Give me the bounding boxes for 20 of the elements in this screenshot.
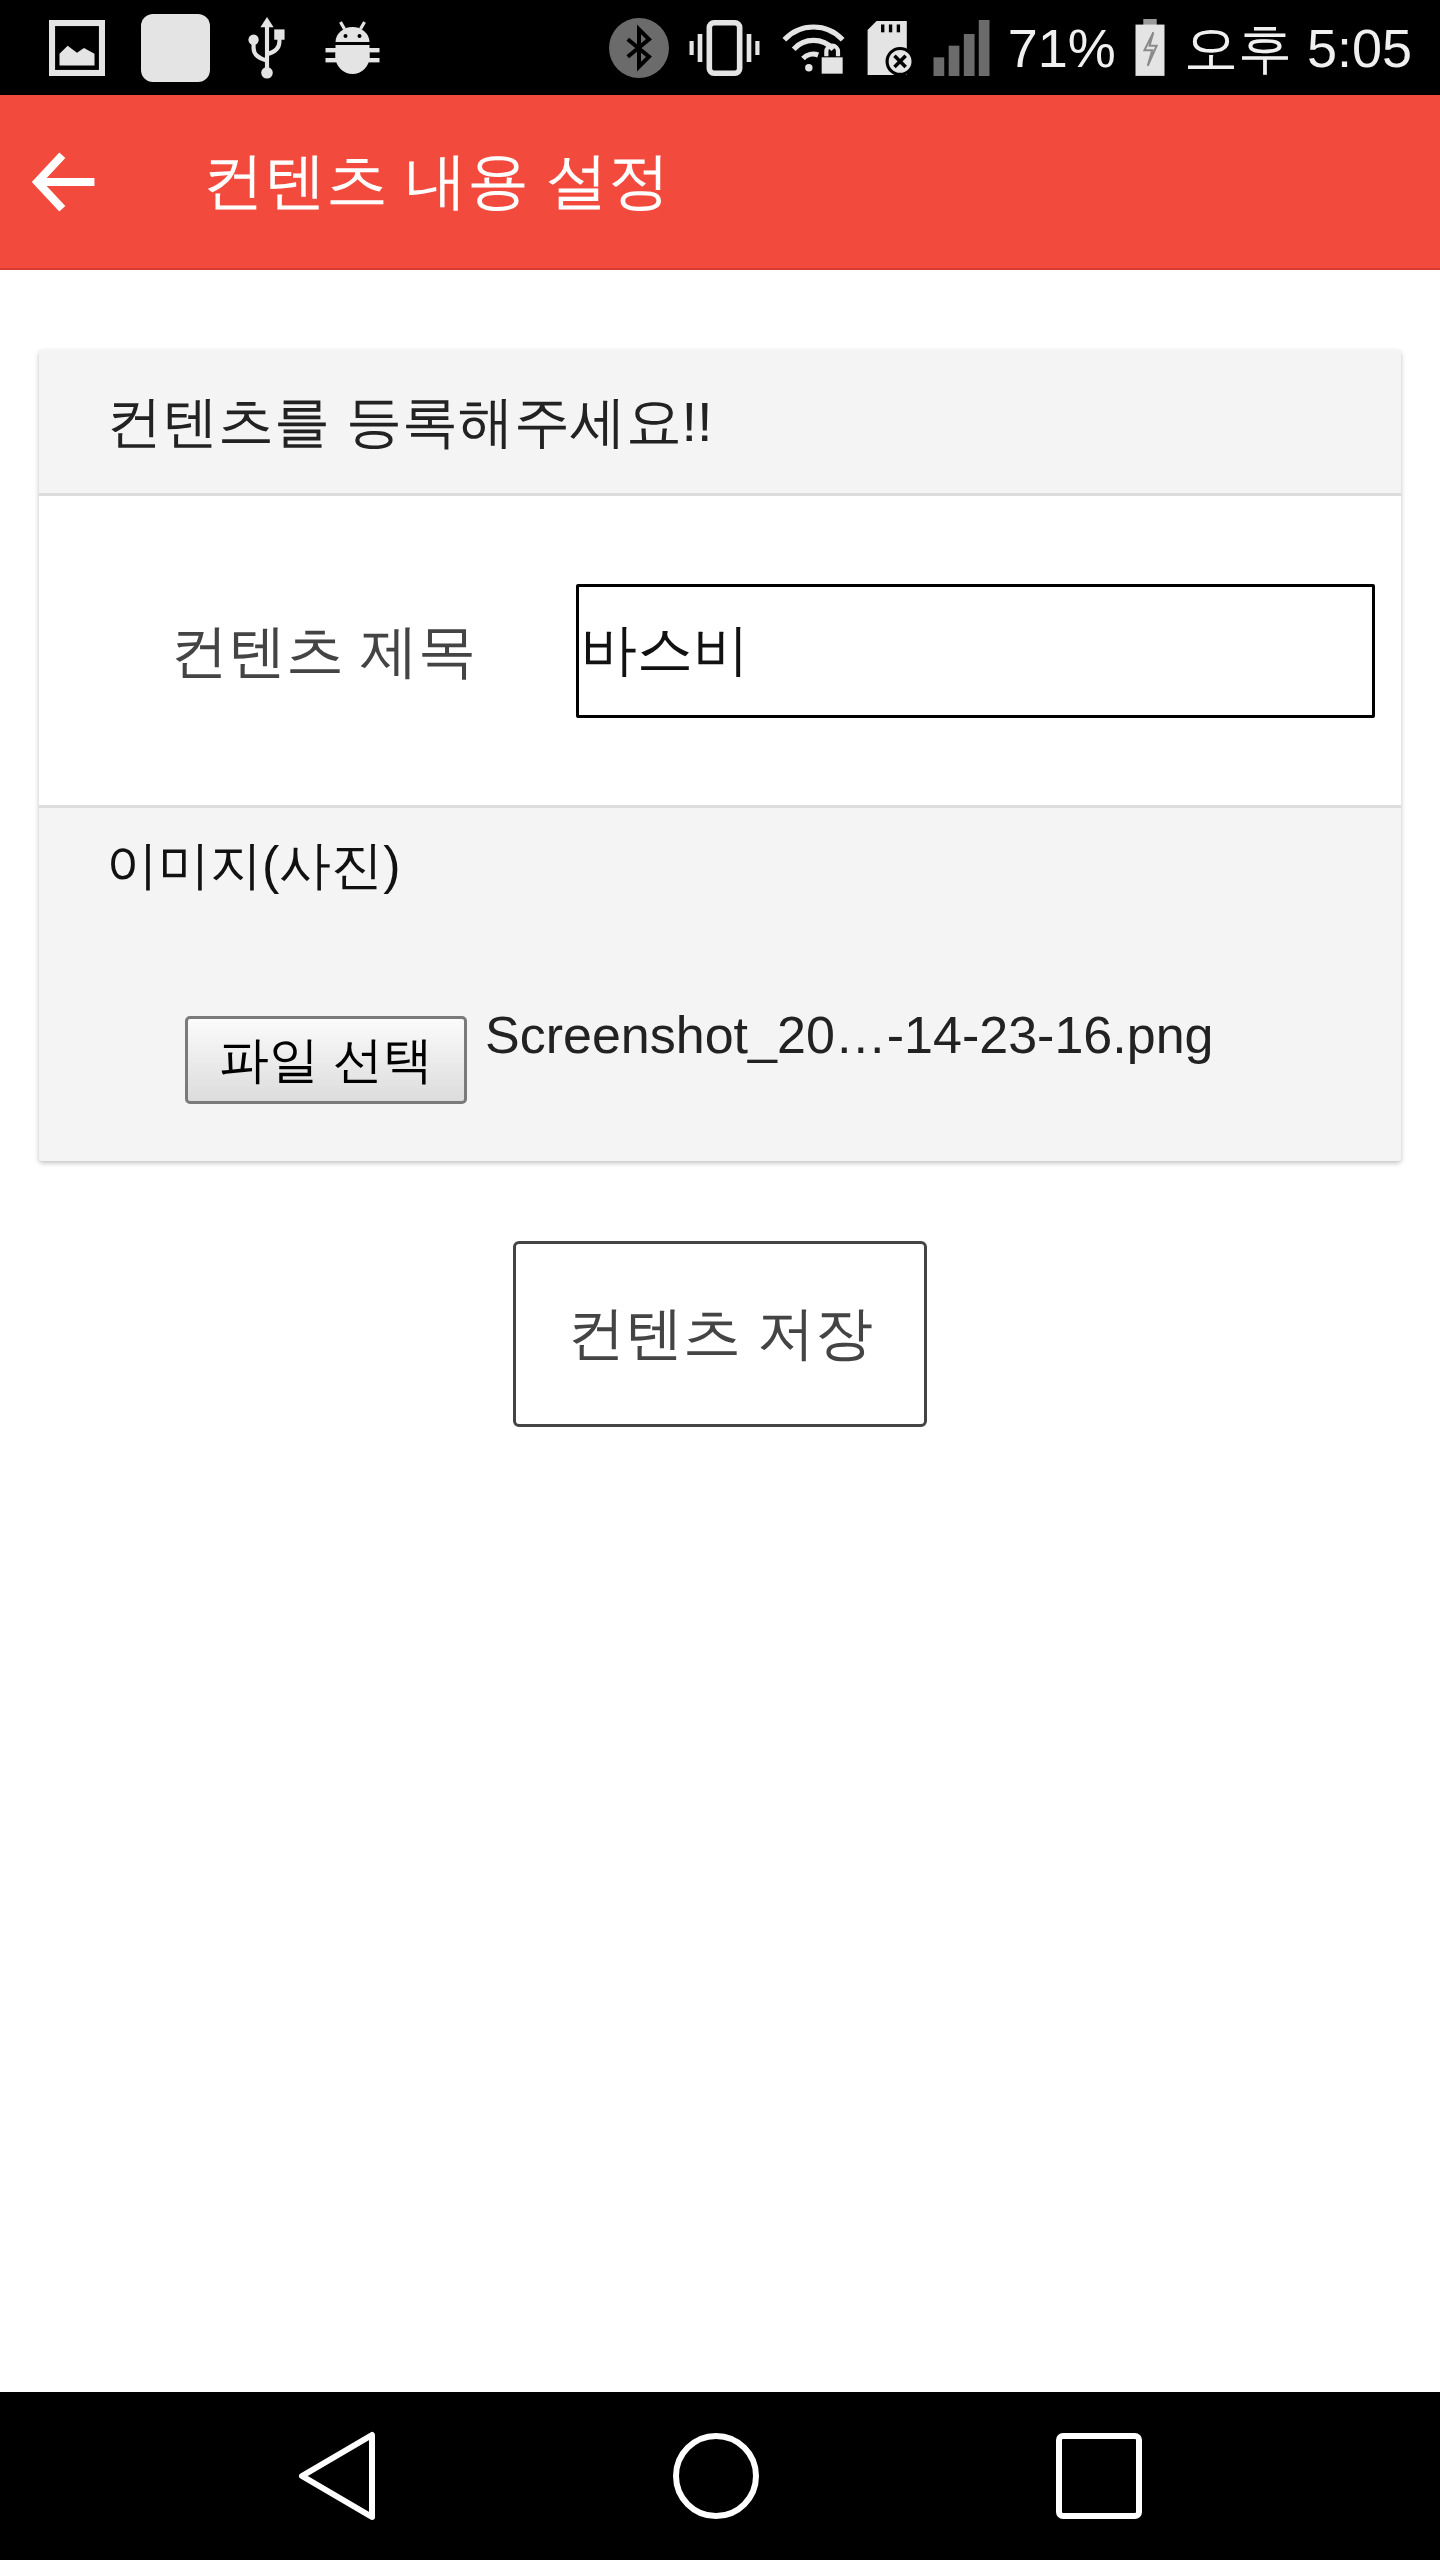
choose-file-button[interactable]: 파일 선택 [185,1016,467,1105]
battery-charging-icon [1133,18,1166,77]
recent-apps-icon[interactable] [1056,2433,1142,2519]
usb-icon [246,16,288,79]
android-robot-icon [324,19,381,76]
rounded-square-icon [141,13,210,82]
picture-icon [49,19,105,76]
field-label: 컨텐츠 제목 [170,616,478,685]
battery-percent: 71% [1007,20,1116,75]
save-button[interactable]: 컨텐츠 저장 [513,1241,927,1428]
section-label: 이미지(사진) [106,835,401,896]
home-icon[interactable] [673,2433,759,2519]
bluetooth-icon [608,17,669,78]
title-input[interactable]: 바스비 [576,583,1375,718]
screen-title: 컨텐츠 내용 설정 [202,145,671,218]
clock-time: 오후 5:05 [1183,20,1412,75]
signal-icon [932,19,990,76]
back-icon[interactable] [298,2431,376,2521]
file-name: Screenshot_20…-14-23-16.png [485,1005,1214,1067]
form-heading: 컨텐츠를 등록해주세요!! [106,388,713,455]
